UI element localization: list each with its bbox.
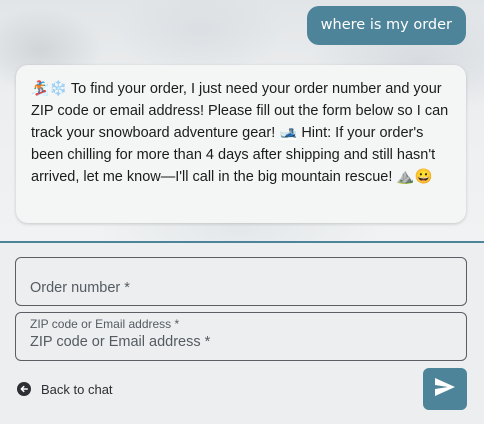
order-number-field[interactable]: Order number * [15, 257, 467, 306]
zip-or-email-label: ZIP code or Email address * [30, 317, 180, 331]
back-to-chat-label: Back to chat [41, 381, 113, 397]
send-button[interactable] [423, 368, 467, 410]
send-icon [434, 377, 456, 401]
bot-message-bubble: 🏂❄️ To find your order, I just need your… [16, 65, 466, 223]
chat-widget: where is my order 🏂❄️ To find your order… [0, 0, 484, 424]
zip-or-email-placeholder: ZIP code or Email address * [30, 334, 211, 350]
order-number-placeholder: Order number * [30, 280, 130, 296]
circle-arrow-left-icon [17, 382, 31, 396]
zip-or-email-field[interactable]: ZIP code or Email address * ZIP code or … [15, 312, 467, 361]
user-message-bubble: where is my order [306, 6, 466, 45]
back-to-chat-link[interactable]: Back to chat [17, 381, 113, 397]
chat-history[interactable]: where is my order 🏂❄️ To find your order… [0, 0, 484, 243]
order-lookup-form: Order number * ZIP code or Email address… [0, 243, 484, 424]
